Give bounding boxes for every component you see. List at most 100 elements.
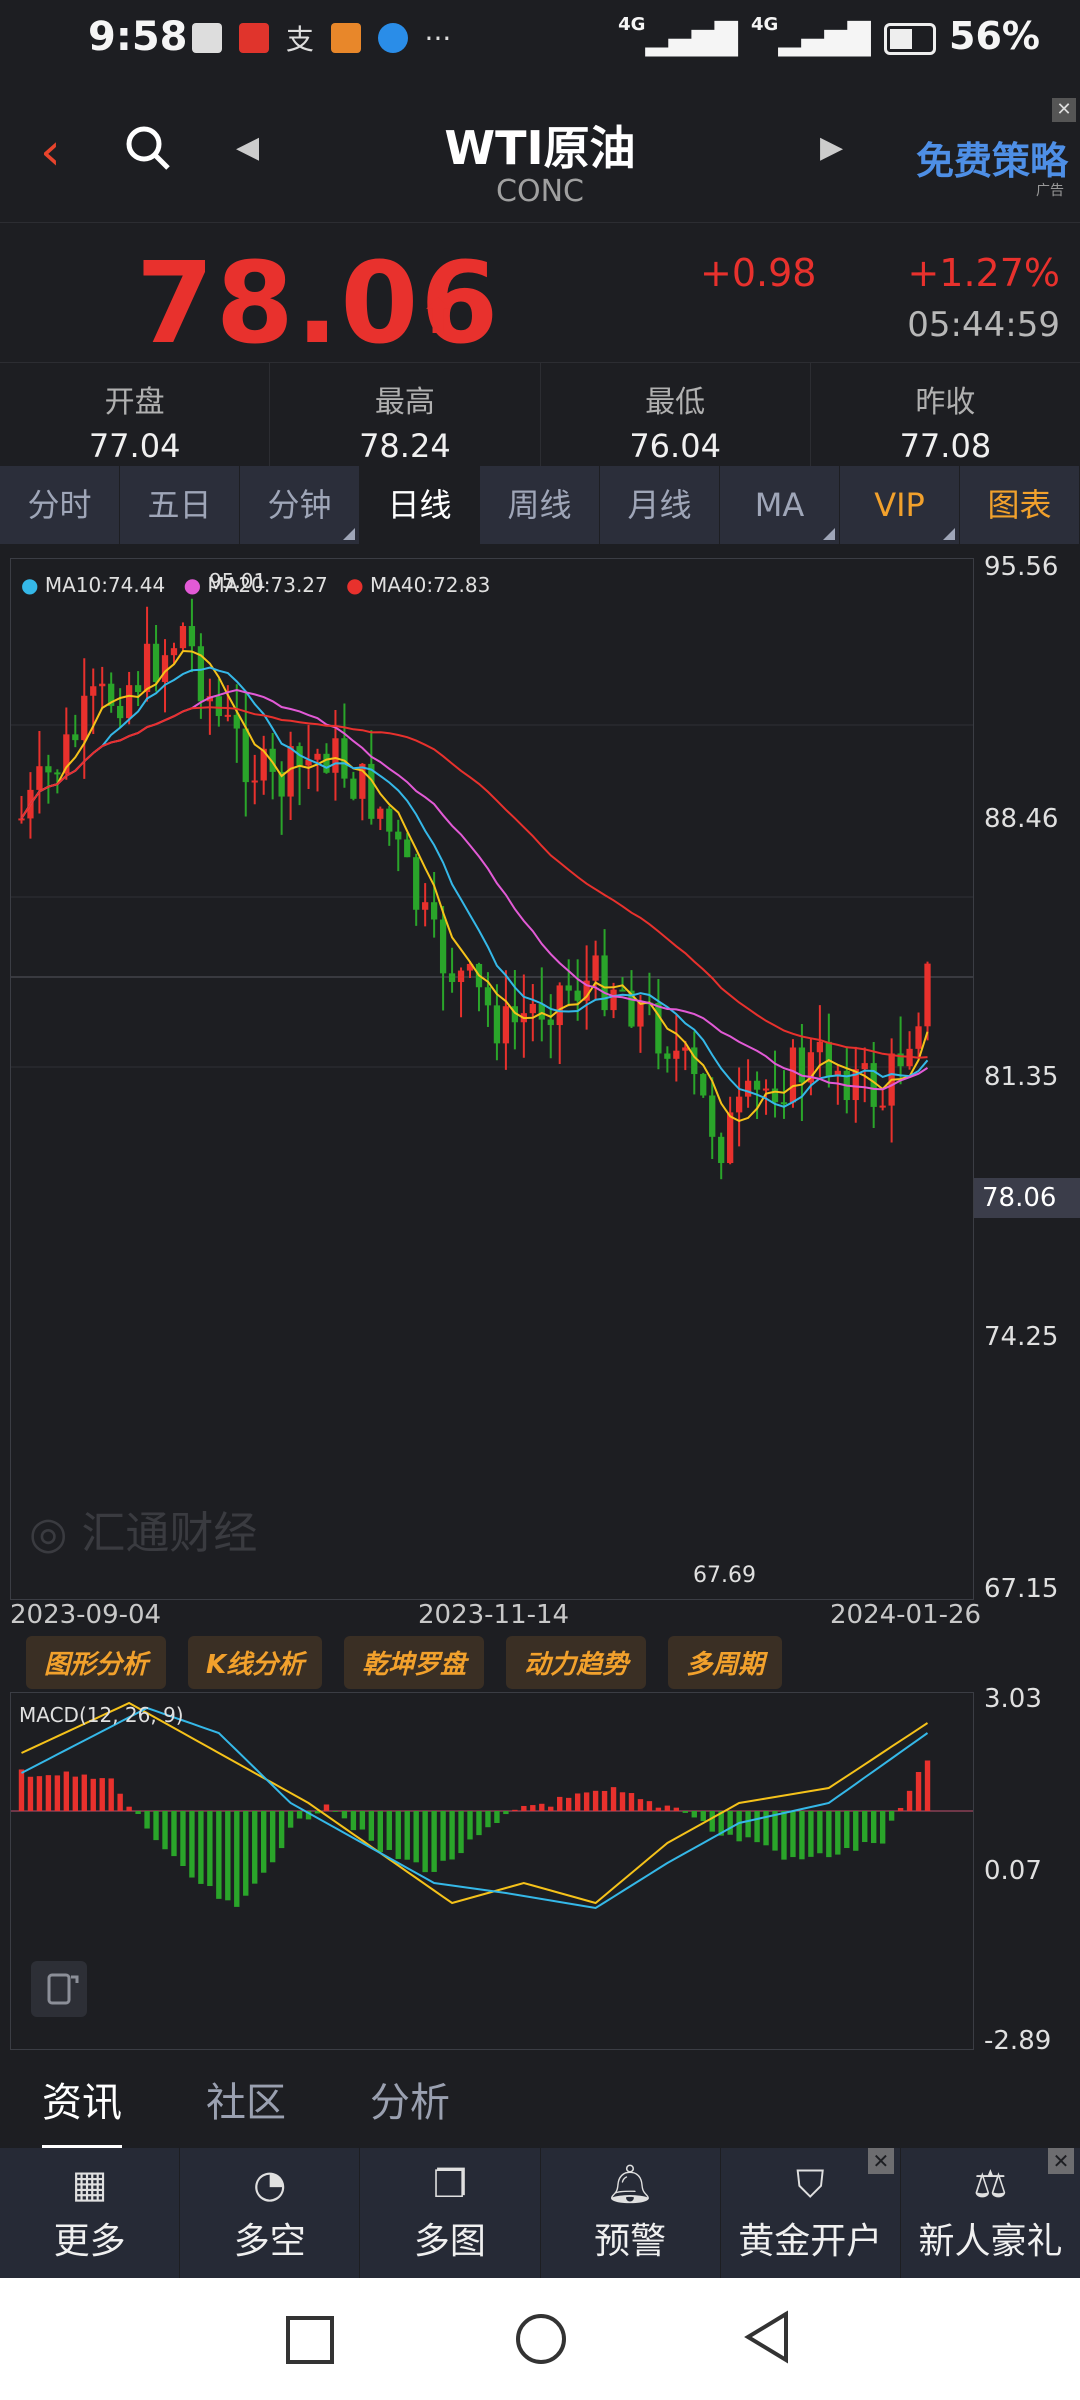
candle-body — [170, 648, 178, 656]
tab-daily[interactable]: 日线 — [360, 466, 480, 544]
macd-bar — [243, 1811, 249, 1896]
macd-bar — [359, 1811, 366, 1830]
tab-analysis[interactable]: 分析 — [370, 2070, 450, 2150]
alert-button[interactable]: 🔔︎ 预警 — [541, 2148, 721, 2278]
macd-bar — [63, 1771, 70, 1811]
macd-bar — [171, 1811, 177, 1857]
fullscreen-icon[interactable] — [31, 1961, 87, 2017]
macd-bar — [897, 1807, 904, 1811]
notification-icons: 支 ··· — [190, 18, 451, 58]
tab-news[interactable]: 资讯 — [42, 2070, 122, 2150]
tab-weekly[interactable]: 周线 — [480, 466, 600, 544]
dropdown-corner-icon — [823, 528, 835, 540]
candle-body — [556, 985, 563, 1026]
macd-bar — [521, 1805, 527, 1811]
macd-bar — [700, 1811, 706, 1822]
long-short-button[interactable]: ◔ 多空 — [180, 2148, 361, 2278]
compass-button[interactable]: 乾坤罗盘 — [344, 1636, 485, 1689]
ohlc-summary: 开盘 77.04 最高 78.24 最低 76.04 昨收 77.08 — [0, 362, 1080, 467]
ad-close-icon[interactable]: ✕ — [1052, 98, 1076, 122]
tab-chart[interactable]: 图表 — [960, 466, 1080, 544]
macd-bar — [915, 1772, 922, 1811]
candle-body — [323, 753, 330, 773]
low-value: 76.04 — [629, 427, 721, 465]
macd-bar — [557, 1796, 563, 1811]
candle-body — [780, 1102, 788, 1105]
gold-account-button[interactable]: ✕ ⛉ 黄金开户 — [721, 2148, 901, 2278]
macd-bar — [583, 1792, 590, 1811]
recents-icon[interactable] — [286, 2316, 334, 2364]
candle-body — [404, 839, 411, 858]
close-icon[interactable]: ✕ — [1048, 2148, 1075, 2174]
content-tabs: 资讯 社区 分析 — [0, 2070, 1080, 2150]
more-button[interactable]: ▦ 更多 — [0, 2148, 181, 2278]
macd-bar — [646, 1801, 653, 1811]
dropdown-corner-icon — [943, 528, 955, 540]
close-icon[interactable]: ✕ — [867, 2148, 894, 2174]
macd-bar — [772, 1811, 778, 1851]
macd-svg — [11, 1701, 973, 1910]
quote-time: 05:44:59 — [907, 305, 1060, 345]
next-arrow-icon[interactable]: ▶ — [820, 130, 843, 165]
open-cell: 开盘 77.04 — [0, 363, 271, 467]
tab-five-day[interactable]: 五日 — [120, 466, 240, 544]
candle-body — [54, 772, 61, 775]
system-nav-bar — [0, 2278, 1080, 2400]
macd-bar — [879, 1811, 886, 1844]
macd-bar — [637, 1799, 644, 1811]
macd-bar — [924, 1760, 931, 1811]
candle-body — [547, 1019, 554, 1026]
macd-ymax: 3.03 — [984, 1684, 1042, 1714]
tab-monthly[interactable]: 月线 — [600, 466, 720, 544]
open-value: 77.04 — [88, 427, 181, 465]
macd-bar — [323, 1804, 330, 1811]
macd-bar — [709, 1811, 715, 1832]
macd-bar — [548, 1806, 554, 1811]
macd-bar — [368, 1811, 375, 1841]
multi-chart-button[interactable]: ❐ 多图 — [360, 2148, 541, 2278]
yaxis-tick: 67.15 — [984, 1574, 1059, 1604]
candle-body — [341, 738, 348, 779]
newcomer-gift-button[interactable]: ✕ ⚖ 新人豪礼 — [901, 2148, 1080, 2278]
macd-bar — [81, 1774, 87, 1811]
macd-bar — [45, 1775, 52, 1811]
watermark: ◎ 汇通财经 — [29, 1508, 258, 1559]
ad-tag: 广告 — [1036, 183, 1064, 199]
macd-bar — [440, 1811, 446, 1861]
macd-chart[interactable]: MACD(12, 26, 9) — [10, 1692, 974, 2050]
xaxis-tick: 2023-11-14 — [418, 1600, 570, 1630]
candle-body — [430, 902, 438, 920]
candle-body — [484, 987, 492, 1006]
tab-minute[interactable]: 分钟 — [240, 466, 360, 544]
tab-intraday[interactable]: 分时 — [0, 466, 120, 544]
macd-bar — [269, 1811, 276, 1863]
tab-vip[interactable]: VIP — [840, 466, 960, 544]
candle-body — [718, 1136, 725, 1164]
candle-body — [735, 1096, 743, 1113]
candle-body — [601, 955, 608, 1011]
macd-bar — [144, 1811, 150, 1829]
macd-bar — [871, 1811, 877, 1844]
macd-bar — [835, 1811, 841, 1855]
low-label: 最低 — [645, 385, 706, 420]
pattern-analysis-button[interactable]: 图形分析 — [26, 1636, 167, 1689]
kline-chart[interactable]: ● MA10:74.44 ● MA20:73.27 ● MA40:72.83 9… — [10, 558, 974, 1600]
candle-body — [879, 1105, 886, 1108]
ad-free-strategy[interactable]: 免费策略 — [916, 130, 1068, 185]
macd-bar — [162, 1811, 168, 1850]
kline-analysis-button[interactable]: K线分析 — [188, 1636, 323, 1689]
macd-bar — [413, 1811, 419, 1863]
candle-body — [789, 1047, 797, 1103]
battery-level: 56% — [949, 14, 1040, 58]
home-icon[interactable] — [516, 2314, 566, 2364]
multi-period-button[interactable]: 多周期 — [668, 1636, 783, 1689]
candle-body — [727, 1112, 734, 1164]
ma10-legend: ● MA10:74.44 — [21, 573, 166, 597]
candle-body — [251, 780, 258, 783]
momentum-button[interactable]: 动力趋势 — [506, 1636, 647, 1689]
tab-ma[interactable]: MA — [720, 466, 840, 544]
candle-body — [377, 808, 384, 819]
tab-community[interactable]: 社区 — [206, 2070, 286, 2150]
back-nav-icon[interactable] — [742, 2310, 790, 2364]
candle-body — [709, 1095, 716, 1137]
